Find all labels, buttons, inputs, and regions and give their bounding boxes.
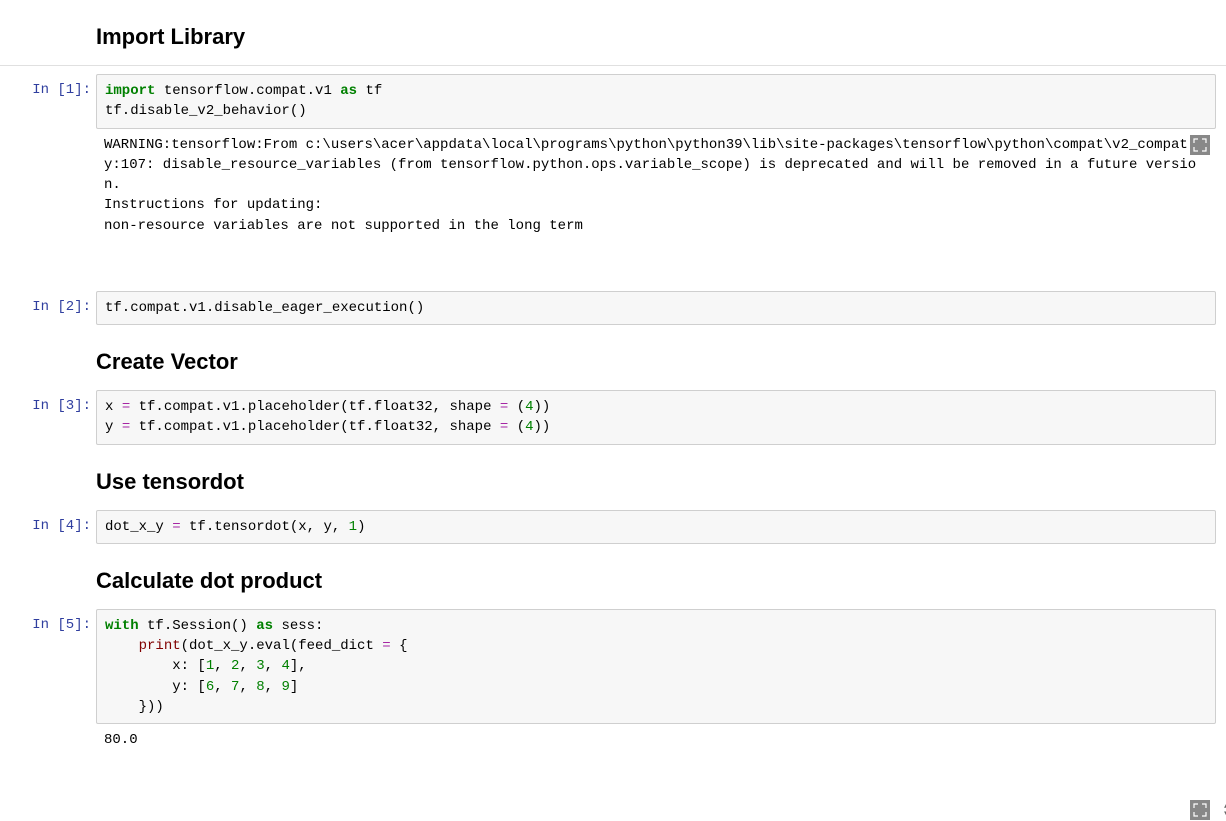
expand-icon[interactable] bbox=[1190, 135, 1210, 155]
input-prompt: In [2]: bbox=[0, 291, 96, 325]
markdown-cell: Create Vector bbox=[0, 325, 1226, 390]
output-text: WARNING:tensorflow:From c:\users\acer\ap… bbox=[96, 129, 1216, 283]
markdown-cell: Import Library bbox=[0, 0, 1226, 65]
code-input[interactable]: tf.compat.v1.disable_eager_execution() bbox=[96, 291, 1216, 325]
code-cell[interactable]: In [2]: tf.compat.v1.disable_eager_execu… bbox=[0, 291, 1226, 325]
heading-create-vector: Create Vector bbox=[96, 345, 1216, 378]
input-prompt: In [5]: bbox=[0, 609, 96, 818]
code-cell[interactable]: In [5]: with tf.Session() as sess: print… bbox=[0, 609, 1226, 818]
heading-use-tensordot: Use tensordot bbox=[96, 465, 1216, 498]
expand-icon[interactable] bbox=[1190, 800, 1210, 820]
input-prompt: In [3]: bbox=[0, 390, 96, 445]
input-prompt: In [1]: bbox=[0, 74, 96, 283]
prompt bbox=[0, 325, 96, 390]
prompt bbox=[0, 0, 96, 65]
output-text: 80.0 ▲▼ bbox=[96, 724, 1216, 817]
prompt bbox=[0, 544, 96, 609]
markdown-cell: Calculate dot product bbox=[0, 544, 1226, 609]
code-input[interactable]: with tf.Session() as sess: print(dot_x_y… bbox=[96, 609, 1216, 724]
heading-import-library: Import Library bbox=[96, 20, 1216, 53]
code-cell[interactable]: In [3]: x = tf.compat.v1.placeholder(tf.… bbox=[0, 390, 1226, 445]
input-prompt: In [4]: bbox=[0, 510, 96, 544]
code-cell[interactable]: In [1]: import tensorflow.compat.v1 as t… bbox=[0, 74, 1226, 283]
markdown-cell: Use tensordot bbox=[0, 445, 1226, 510]
heading-calculate-dot-product: Calculate dot product bbox=[96, 564, 1216, 597]
prompt bbox=[0, 445, 96, 510]
code-input[interactable]: x = tf.compat.v1.placeholder(tf.float32,… bbox=[96, 390, 1216, 445]
code-input[interactable]: dot_x_y = tf.tensordot(x, y, 1) bbox=[96, 510, 1216, 544]
code-cell[interactable]: In [4]: dot_x_y = tf.tensordot(x, y, 1) bbox=[0, 510, 1226, 544]
notebook: Import Library In [1]: import tensorflow… bbox=[0, 0, 1226, 818]
code-input[interactable]: import tensorflow.compat.v1 as tf tf.dis… bbox=[96, 74, 1216, 129]
